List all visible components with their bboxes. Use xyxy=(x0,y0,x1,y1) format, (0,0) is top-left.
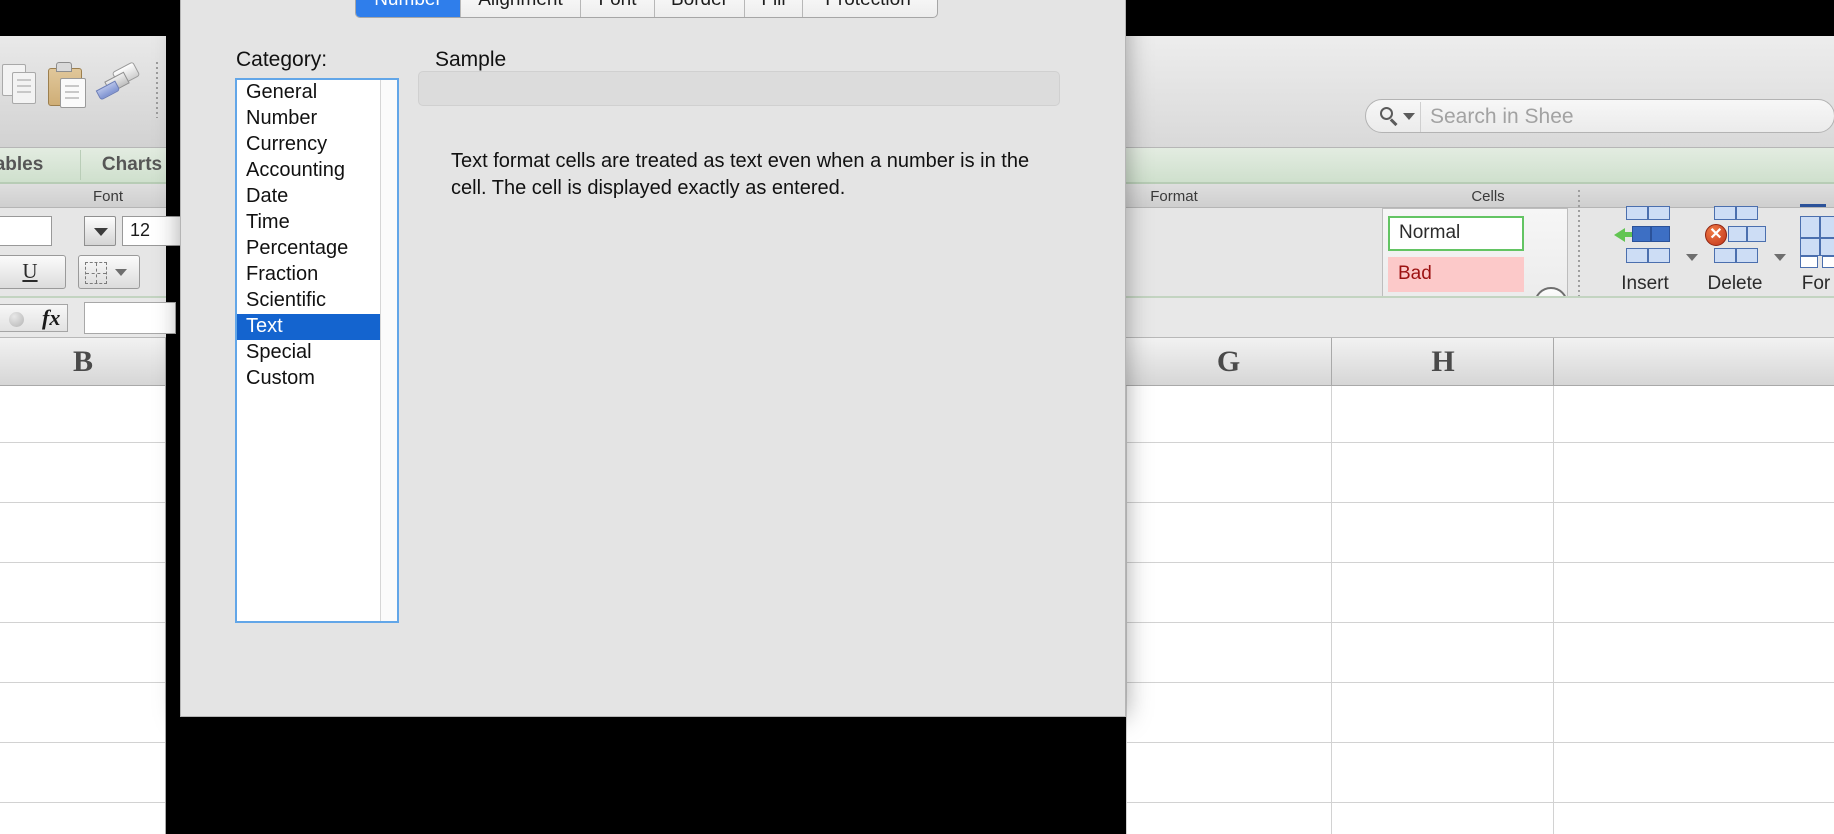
tab-number[interactable]: Number xyxy=(356,0,461,17)
underline-label: U xyxy=(22,259,38,283)
format-painter-icon[interactable] xyxy=(95,61,142,106)
font-name-input[interactable]: ody) xyxy=(0,216,52,246)
category-item-percentage[interactable]: Percentage xyxy=(237,236,397,262)
formula-bar-right xyxy=(1126,296,1834,338)
insert-cells-icon[interactable] xyxy=(1614,206,1670,268)
insert-cells-label: Insert xyxy=(1621,273,1669,294)
dialog-tab-bar: Number Alignment Font Border Fill Protec… xyxy=(355,0,938,18)
tab-font[interactable]: Font xyxy=(581,0,655,17)
cancel-icon xyxy=(9,312,24,327)
delete-cells-icon[interactable]: ✕ xyxy=(1705,206,1766,268)
category-description: Text format cells are treated as text ev… xyxy=(451,150,1030,199)
screen-root: Search in Shee ables Charts Font Format … xyxy=(0,0,1834,834)
sample-preview-box xyxy=(418,71,1060,106)
borders-icon xyxy=(85,262,107,284)
format-cells-label: For xyxy=(1801,273,1831,294)
category-item-fraction[interactable]: Fraction xyxy=(237,262,397,288)
worksheet-left xyxy=(0,338,166,834)
category-item-number[interactable]: Number xyxy=(237,106,397,132)
chevron-down-icon[interactable] xyxy=(115,269,127,276)
tab-tables[interactable]: ables xyxy=(0,148,74,182)
column-header-g[interactable]: G xyxy=(1126,338,1331,386)
category-item-date[interactable]: Date xyxy=(237,184,397,210)
clipboard-group xyxy=(0,36,166,148)
tab-divider xyxy=(80,150,81,180)
format-cells-dialog: Number Alignment Font Border Fill Protec… xyxy=(180,0,1126,717)
category-item-accounting[interactable]: Accounting xyxy=(237,158,397,184)
formula-input[interactable] xyxy=(84,302,176,334)
category-item-special[interactable]: Special xyxy=(237,340,397,366)
ribbon-tab-band-right xyxy=(1126,148,1834,184)
paste-icon[interactable] xyxy=(46,62,90,108)
red-x-icon: ✕ xyxy=(1705,224,1727,246)
worksheet-right xyxy=(1126,338,1834,834)
desktop-backdrop-right xyxy=(1126,0,1834,36)
category-item-custom[interactable]: Custom xyxy=(237,366,397,392)
underline-button[interactable]: U xyxy=(0,255,66,289)
tab-border[interactable]: Border xyxy=(655,0,745,17)
copy-icon[interactable] xyxy=(2,64,40,106)
insert-dropdown-chevron-down-icon[interactable] xyxy=(1686,254,1698,261)
category-item-text[interactable]: Text xyxy=(237,314,397,340)
category-item-scientific[interactable]: Scientific xyxy=(237,288,397,314)
format-group-label: Format xyxy=(1150,188,1198,205)
resize-arrow-icon xyxy=(1800,204,1826,207)
tab-alignment[interactable]: Alignment xyxy=(461,0,581,17)
tab-fill[interactable]: Fill xyxy=(745,0,803,17)
column-header-h[interactable]: H xyxy=(1332,338,1554,386)
group-separator xyxy=(156,62,158,118)
cells-group-label: Cells xyxy=(1471,188,1505,205)
font-size-input[interactable]: 12 xyxy=(122,216,182,246)
category-item-time[interactable]: Time xyxy=(237,210,397,236)
desktop-backdrop-left xyxy=(0,0,166,36)
category-item-general[interactable]: General xyxy=(237,80,397,106)
font-name-dropdown-button[interactable] xyxy=(84,216,116,246)
tab-charts[interactable]: Charts xyxy=(82,148,182,182)
category-item-currency[interactable]: Currency xyxy=(237,132,397,158)
sample-label: Sample xyxy=(435,48,507,71)
search-input[interactable]: Search in Shee xyxy=(1365,99,1834,133)
borders-button[interactable] xyxy=(78,255,140,289)
divider xyxy=(1420,102,1421,132)
category-list-scrollbar[interactable] xyxy=(380,80,397,621)
search-placeholder: Search in Shee xyxy=(1430,105,1574,128)
font-group-label: Font xyxy=(92,188,123,205)
delete-dropdown-chevron-down-icon[interactable] xyxy=(1774,254,1786,261)
insert-function-icon[interactable]: fx xyxy=(42,304,60,332)
tab-protection[interactable]: Protection xyxy=(803,0,933,17)
category-label: Category: xyxy=(236,48,328,71)
group-separator xyxy=(1578,190,1580,308)
search-icon xyxy=(1380,107,1398,126)
column-header-b[interactable]: B xyxy=(0,338,166,386)
style-normal[interactable]: Normal xyxy=(1388,216,1524,251)
category-list[interactable]: General Number Currency Accounting Date … xyxy=(235,78,399,623)
chevron-down-icon[interactable] xyxy=(1403,113,1415,120)
format-cells-icon[interactable] xyxy=(1800,204,1834,268)
delete-cells-label: Delete xyxy=(1707,273,1763,294)
style-bad[interactable]: Bad xyxy=(1388,257,1524,292)
